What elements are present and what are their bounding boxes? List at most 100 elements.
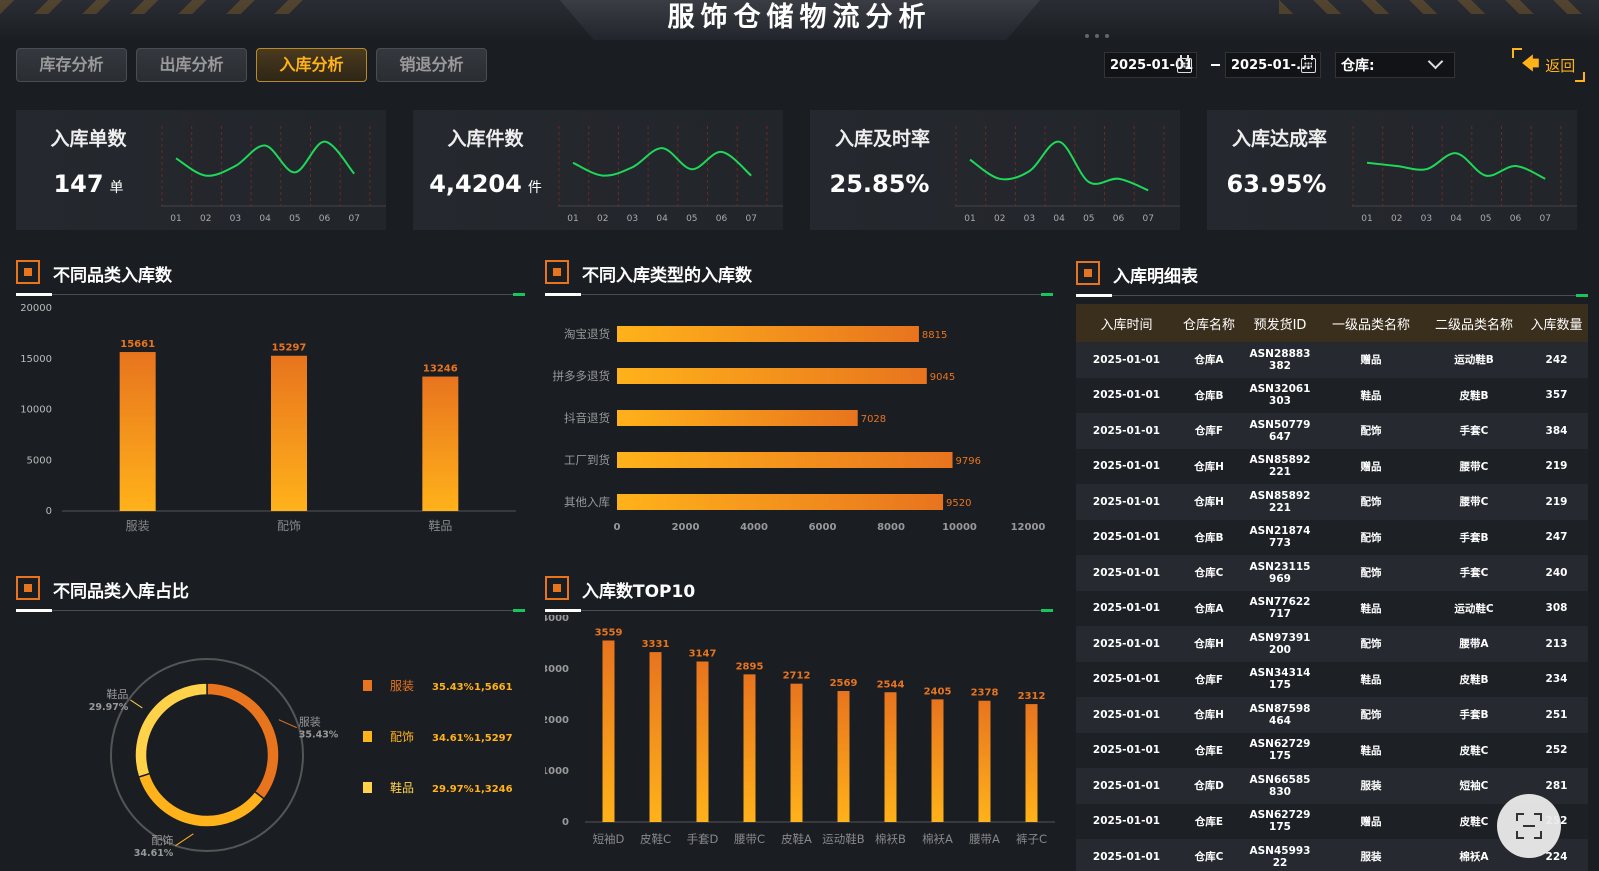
kpi-number: 4,4204 bbox=[429, 170, 522, 198]
section-square-icon bbox=[1076, 261, 1100, 285]
y-tick-label: 淘宝退货 bbox=[564, 327, 610, 341]
table-cell: 赠品 bbox=[1360, 815, 1382, 828]
table-row[interactable]: 2025-01-01 仓库H ASN85892221 赠品 腰带C 219 bbox=[1076, 448, 1588, 484]
top10-bar-chart: 0 1000 2000 3000 4000 3559 短袖D 3331 皮鞋C 3147 手套D 28… bbox=[545, 615, 1055, 846]
table-row[interactable]: 2025-01-01 仓库B ASN32061303 鞋品 皮鞋B 357 bbox=[1076, 377, 1588, 413]
slice-percent: 29.97% bbox=[89, 702, 129, 713]
section-category-share: 不同品类入库占比 bbox=[16, 576, 525, 616]
tab-sales-return[interactable]: 销退分析 bbox=[376, 48, 487, 82]
table-cell: 手套B bbox=[1459, 531, 1489, 544]
month-label: 04 bbox=[1450, 214, 1462, 224]
kpi-trend-chart: 01 02 03 04 05 06 07 bbox=[161, 126, 386, 224]
data-label: 15297 bbox=[272, 343, 307, 354]
trend-line bbox=[572, 147, 752, 177]
header-dots bbox=[1085, 34, 1109, 38]
table-header: 入库时间 仓库名称 预发货ID 一级品类名称 二级品类名称 入库数量 bbox=[1076, 304, 1588, 342]
y-tick-label: 3000 bbox=[545, 664, 569, 675]
header-cell[interactable]: 仓库名称 bbox=[1177, 314, 1241, 333]
data-label: 2544 bbox=[877, 679, 905, 690]
tab-outbound[interactable]: 出库分析 bbox=[136, 48, 247, 82]
x-tick-label: 棉袄B bbox=[875, 832, 906, 846]
table-row[interactable]: 2025-01-01 仓库C ASN23115969 配饰 手套C 240 bbox=[1076, 555, 1588, 591]
legend-label: 鞋品 bbox=[390, 780, 414, 795]
table-row[interactable]: 2025-01-01 仓库A ASN28883382 赠品 运动鞋B 242 bbox=[1076, 342, 1588, 378]
table-cell: 仓库F bbox=[1194, 425, 1224, 438]
legend-percent: 35.43% bbox=[432, 682, 474, 693]
header-cell[interactable]: 预发货ID bbox=[1241, 314, 1319, 333]
table-cell: 357 bbox=[1545, 389, 1568, 402]
category-inbound-bar-chart: 0 5000 10000 15000 20000 15661 服装 15297 配饰 13246 鞋… bbox=[20, 303, 516, 533]
table-cell: 240 bbox=[1545, 566, 1568, 579]
header-cell[interactable]: 一级品类名称 bbox=[1319, 314, 1423, 333]
header-cell[interactable]: 二级品类名称 bbox=[1423, 314, 1525, 333]
bar bbox=[837, 690, 850, 822]
table-row[interactable]: 2025-01-01 仓库E ASN62729175 鞋品 皮鞋C 252 bbox=[1076, 732, 1588, 768]
table-row[interactable]: 2025-01-01 仓库H ASN85892221 配饰 腰带C 219 bbox=[1076, 484, 1588, 520]
legend-label: 配饰 bbox=[390, 730, 414, 744]
back-button[interactable]: 🡄 返回 bbox=[1512, 48, 1585, 82]
tab-inbound[interactable]: 入库分析 bbox=[256, 48, 367, 82]
section-title: 入库明细表 bbox=[1113, 267, 1198, 287]
header-cell[interactable]: 入库数量 bbox=[1525, 314, 1588, 333]
table-cell: ASN87598464 bbox=[1249, 702, 1311, 727]
end-date-input[interactable]: 2025-01-... bbox=[1225, 52, 1321, 78]
section-title: 不同品类入库占比 bbox=[53, 582, 189, 602]
legend-percent: 34.61% bbox=[432, 733, 474, 744]
table-cell: 短袖C bbox=[1459, 780, 1489, 793]
table-cell: 赠品 bbox=[1360, 460, 1382, 473]
fullscreen-button[interactable] bbox=[1497, 794, 1561, 858]
kpi-card-inbound-items: 入库件数 4,4204 件 01 02 03 04 05 06 07 bbox=[413, 110, 783, 230]
x-tick-label: 10000 bbox=[942, 522, 977, 533]
calendar-icon[interactable] bbox=[1177, 55, 1192, 73]
table-cell: 384 bbox=[1545, 424, 1568, 437]
table-cell: 皮鞋B bbox=[1459, 673, 1489, 686]
table-cell: 赠品 bbox=[1360, 354, 1382, 367]
section-title: 入库数TOP10 bbox=[582, 582, 696, 602]
table-row[interactable]: 2025-01-01 仓库B ASN21874773 配饰 手套B 247 bbox=[1076, 519, 1588, 555]
table-row[interactable]: 2025-01-01 仓库H ASN97391200 配饰 腰带A 213 bbox=[1076, 626, 1588, 662]
header-cell[interactable]: 入库时间 bbox=[1076, 314, 1177, 333]
legend-value: 1,3246 bbox=[474, 784, 513, 795]
x-tick-label: 皮鞋C bbox=[640, 832, 671, 846]
y-tick-label: 其他入库 bbox=[564, 495, 610, 509]
table-row[interactable]: 2025-01-01 仓库F ASN34314175 鞋品 皮鞋B 234 bbox=[1076, 661, 1588, 697]
y-tick-label: 5000 bbox=[27, 455, 52, 466]
table-cell: 配饰 bbox=[1360, 425, 1382, 438]
table-cell: ASN66585830 bbox=[1249, 773, 1311, 798]
trend-line bbox=[969, 140, 1149, 192]
header-bar: 服饰仓储物流分析 bbox=[0, 0, 1599, 42]
table-cell: ASN32061303 bbox=[1249, 383, 1311, 408]
x-tick-label: 腰带A bbox=[969, 832, 1000, 846]
table-row[interactable]: 2025-01-01 仓库A ASN77622717 鞋品 运动鞋C 308 bbox=[1076, 590, 1588, 626]
bar bbox=[743, 674, 756, 822]
table-cell: 鞋品 bbox=[1360, 744, 1382, 757]
section-divider-highlight bbox=[16, 609, 52, 612]
bar bbox=[696, 661, 709, 822]
table-cell: 247 bbox=[1545, 531, 1568, 544]
table-cell: ASN97391200 bbox=[1249, 631, 1311, 656]
kpi-number: 63.95% bbox=[1226, 170, 1327, 198]
table-cell: 腰带A bbox=[1459, 638, 1489, 651]
table-cell: 腰带C bbox=[1459, 496, 1489, 509]
section-category-inbound: 不同品类入库数 bbox=[16, 260, 525, 300]
month-label: 02 bbox=[1391, 214, 1402, 224]
table-cell: ASN23115969 bbox=[1249, 560, 1311, 585]
legend-swatch bbox=[363, 782, 372, 793]
month-label: 03 bbox=[627, 214, 638, 224]
page-title: 服饰仓储物流分析 bbox=[667, 2, 932, 33]
calendar-icon[interactable] bbox=[1301, 55, 1316, 73]
kpi-number: 147 bbox=[53, 170, 104, 198]
start-date-input[interactable]: 2025-01-01 bbox=[1104, 52, 1197, 78]
y-tick-label: 0 bbox=[46, 506, 52, 517]
month-label: 06 bbox=[1510, 214, 1522, 224]
tab-inventory[interactable]: 库存分析 bbox=[16, 48, 127, 82]
table-cell: 服装 bbox=[1360, 780, 1382, 793]
inbound-detail-table: 入库时间 仓库名称 预发货ID 一级品类名称 二级品类名称 入库数量 2025-… bbox=[1076, 304, 1588, 871]
table-cell: 252 bbox=[1545, 744, 1568, 757]
bar bbox=[931, 699, 944, 822]
data-label: 9520 bbox=[946, 498, 971, 509]
table-row[interactable]: 2025-01-01 仓库F ASN50779647 配饰 手套C 384 bbox=[1076, 413, 1588, 449]
section-square-icon bbox=[16, 260, 40, 284]
month-label: 01 bbox=[1361, 214, 1372, 224]
table-row[interactable]: 2025-01-01 仓库H ASN87598464 配饰 手套B 251 bbox=[1076, 697, 1588, 733]
